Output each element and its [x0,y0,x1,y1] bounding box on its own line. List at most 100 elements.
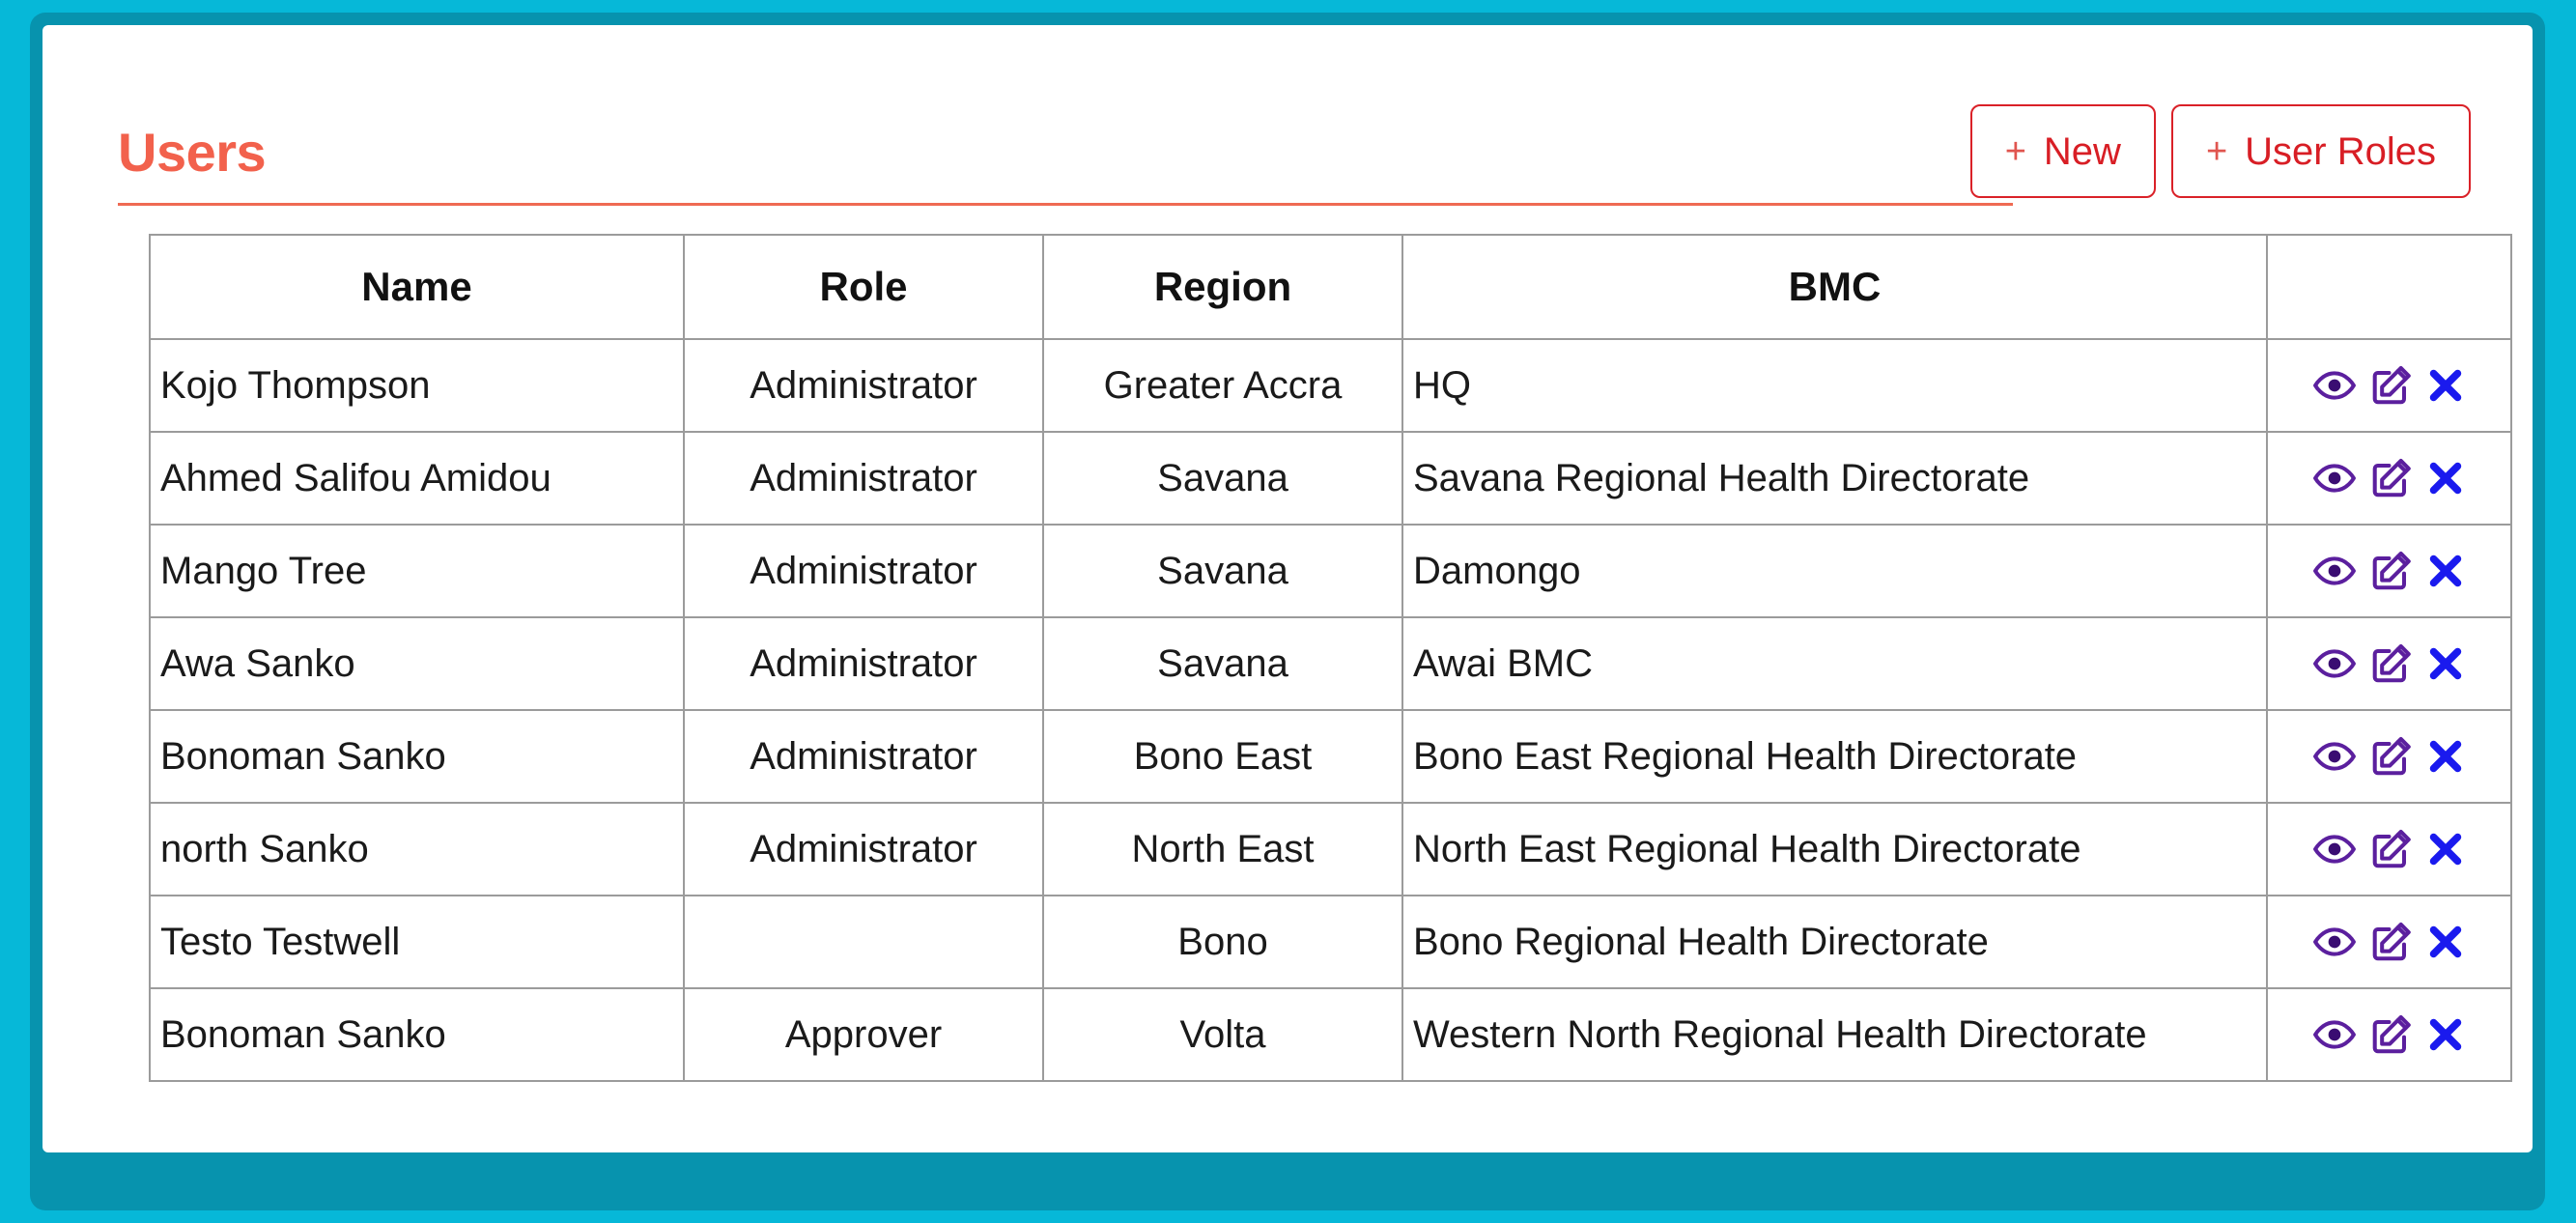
delete-icon[interactable] [2424,642,2467,685]
row-action-group [2278,1012,2501,1057]
row-action-group [2278,456,2501,500]
row-action-group [2278,641,2501,686]
table-row: Kojo Thompson Administrator Greater Accra H… [149,338,2512,433]
edit-icon[interactable] [2368,920,2413,964]
cell-bmc: Western North Regional Health Directorat… [1401,987,2268,1082]
delete-icon[interactable] [2424,364,2467,407]
edit-icon[interactable] [2368,549,2413,593]
new-button-label: New [2043,129,2121,173]
cell-region: Bono East [1042,709,1403,804]
view-icon[interactable] [2312,641,2357,686]
cell-name: Mango Tree [149,524,685,618]
table-head: Name Role Region BMC [149,234,2512,340]
cell-bmc: HQ [1401,338,2268,433]
cell-name: Bonoman Sanko [149,709,685,804]
cell-actions [2266,338,2512,433]
cell-bmc: North East Regional Health Directorate [1401,802,2268,896]
edit-icon[interactable] [2368,827,2413,871]
cell-name: north Sanko [149,802,685,896]
table-header-row: Name Role Region BMC [149,234,2512,340]
view-icon[interactable] [2312,363,2357,408]
edit-icon[interactable] [2368,456,2413,500]
cell-bmc: Damongo [1401,524,2268,618]
view-icon[interactable] [2312,456,2357,500]
view-icon[interactable] [2312,549,2357,593]
view-icon[interactable] [2312,920,2357,964]
view-icon[interactable] [2312,1012,2357,1057]
delete-icon[interactable] [2424,828,2467,870]
title-underline-rule [118,203,2013,206]
page-header: Users + New + User Roles [118,104,2471,217]
table-row: north Sanko Administrator North East North … [149,802,2512,896]
cell-region: Savana [1042,524,1403,618]
cell-region: Savana [1042,431,1403,526]
cell-actions [2266,431,2512,526]
row-action-group [2278,363,2501,408]
view-icon[interactable] [2312,827,2357,871]
row-action-group [2278,920,2501,964]
cell-actions [2266,987,2512,1082]
column-header-actions [2266,234,2512,340]
delete-icon[interactable] [2424,735,2467,778]
cell-region: Bono [1042,895,1403,989]
cell-name: Bonoman Sanko [149,987,685,1082]
cell-bmc: Bono Regional Health Directorate [1401,895,2268,989]
column-header-region: Region [1042,234,1403,340]
table-row: Ahmed Salifou Amidou Administrator Savana S… [149,431,2512,526]
table-body: Kojo Thompson Administrator Greater Accra H… [149,338,2512,1082]
user-roles-button[interactable]: + User Roles [2170,104,2471,198]
cell-region: Volta [1042,987,1403,1082]
cell-bmc: Savana Regional Health Directorate [1401,431,2268,526]
column-header-name: Name [149,234,685,340]
edit-icon[interactable] [2368,734,2413,779]
cell-role: Administrator [683,616,1044,711]
delete-icon[interactable] [2424,921,2467,963]
column-header-bmc: BMC [1401,234,2268,340]
app-frame: Users + New + User Roles Name Role Region BMC … [30,13,2545,1210]
content-card: Users + New + User Roles Name Role Region BMC … [42,25,2533,1152]
page-title: Users [118,122,267,183]
cell-role: Administrator [683,524,1044,618]
cell-role: Approver [683,987,1044,1082]
table-row: Mango Tree Administrator Savana Damongo [149,524,2512,618]
cell-role: Administrator [683,709,1044,804]
cell-role: Administrator [683,802,1044,896]
cell-actions [2266,709,2512,804]
cell-role [683,895,1044,989]
cell-bmc: Bono East Regional Health Directorate [1401,709,2268,804]
plus-icon: + [2004,130,2026,172]
table-row: Awa Sanko Administrator Savana Awai BMC [149,616,2512,711]
cell-region: Greater Accra [1042,338,1403,433]
cell-name: Kojo Thompson [149,338,685,433]
delete-icon[interactable] [2424,457,2467,499]
edit-icon[interactable] [2368,641,2413,686]
table-row: Bonoman Sanko Approver Volta Western North … [149,987,2512,1082]
delete-icon[interactable] [2424,1013,2467,1056]
edit-icon[interactable] [2368,1012,2413,1057]
cell-role: Administrator [683,338,1044,433]
cell-region: North East [1042,802,1403,896]
plus-icon: + [2205,130,2228,172]
users-table: Name Role Region BMC Kojo Thompson Administr… [149,234,2512,1082]
table-row: Bonoman Sanko Administrator Bono East Bono … [149,709,2512,804]
column-header-role: Role [683,234,1044,340]
cell-actions [2266,616,2512,711]
delete-icon[interactable] [2424,550,2467,592]
cell-name: Testo Testwell [149,895,685,989]
edit-icon[interactable] [2368,363,2413,408]
users-table-container: Name Role Region BMC Kojo Thompson Administr… [149,234,2512,1082]
header-actions: + New + User Roles [1969,104,2471,198]
cell-actions [2266,524,2512,618]
cell-actions [2266,802,2512,896]
cell-actions [2266,895,2512,989]
user-roles-button-label: User Roles [2245,129,2436,173]
table-row: Testo Testwell Bono Bono Regional Health D… [149,895,2512,989]
cell-bmc: Awai BMC [1401,616,2268,711]
view-icon[interactable] [2312,734,2357,779]
row-action-group [2278,549,2501,593]
cell-name: Awa Sanko [149,616,685,711]
row-action-group [2278,827,2501,871]
cell-role: Administrator [683,431,1044,526]
new-button[interactable]: + New [1969,104,2156,198]
cell-name: Ahmed Salifou Amidou [149,431,685,526]
